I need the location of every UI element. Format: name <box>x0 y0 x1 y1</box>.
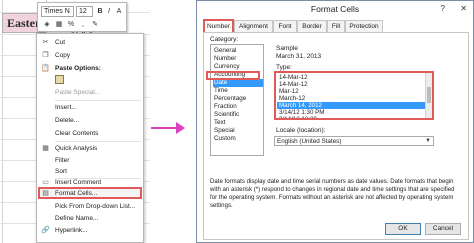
menu-item-paste-options: 📋 Paste Options: <box>37 64 143 74</box>
paste-button-icon[interactable] <box>55 75 64 84</box>
quick-analysis-icon: ▦ <box>42 145 49 152</box>
type-item[interactable]: 14-Mar-12 <box>277 81 427 88</box>
tab-fill[interactable]: Fill <box>327 20 345 32</box>
menu-item-clear-contents[interactable]: Clear Contents <box>37 129 143 139</box>
menu-item-label: Filter <box>55 157 70 164</box>
menu-item-pick-from-list[interactable]: Pick From Drop-down List... <box>37 202 143 212</box>
menu-item-label: Format Cells... <box>55 190 98 197</box>
category-item[interactable]: Text <box>213 119 263 127</box>
menu-item-quick-analysis[interactable]: ▦ Quick Analysis <box>37 144 143 154</box>
tab-alignment[interactable]: Alignment <box>234 20 273 32</box>
menu-item-label: Quick Analysis <box>55 145 98 152</box>
category-item[interactable]: Number <box>213 55 263 63</box>
type-item[interactable]: 3/14/12 13:30 <box>277 116 427 118</box>
menu-item-label: Insert Comment <box>55 179 102 186</box>
percent-style-icon[interactable]: % <box>66 20 76 30</box>
category-item[interactable]: Special <box>213 127 263 135</box>
comment-icon: ▭ <box>42 179 49 186</box>
category-item[interactable]: General <box>213 47 263 55</box>
category-item[interactable]: Scientific <box>213 111 263 119</box>
scroll-thumb[interactable] <box>427 87 431 103</box>
paste-icon: 📋 <box>41 65 50 72</box>
menu-item-label: Hyperlink... <box>55 227 88 234</box>
tab-font[interactable]: Font <box>273 20 297 32</box>
menu-item-hyperlink[interactable]: 🔗 Hyperlink... <box>37 226 143 236</box>
menu-separator <box>55 100 141 101</box>
scissors-icon: ✂ <box>42 39 49 46</box>
type-item-selected[interactable]: March 14, 2012 <box>277 102 427 109</box>
category-item[interactable]: Custom <box>213 135 263 143</box>
type-label: Type: <box>276 64 292 71</box>
hyperlink-icon: 🔗 <box>41 227 50 234</box>
cancel-button[interactable]: Cancel <box>425 223 461 235</box>
comma-style-icon[interactable]: , <box>78 20 88 30</box>
sample-label: Sample <box>276 45 299 52</box>
format-painter-icon[interactable]: ✎ <box>90 20 100 30</box>
locale-label: Locale (location): <box>276 127 326 134</box>
sample-value: March 31, 2013 <box>276 53 322 60</box>
menu-separator <box>55 141 141 142</box>
locale-value: English (United States) <box>277 138 342 145</box>
type-item[interactable]: March-12 <box>277 95 427 102</box>
menu-item-insert-comment[interactable]: ▭ Insert Comment <box>37 178 143 188</box>
type-list-scrollbar[interactable] <box>425 73 432 118</box>
grid-line <box>2 0 3 243</box>
help-icon[interactable]: ? <box>441 4 445 13</box>
format-cells-icon: ▤ <box>42 190 49 197</box>
type-item[interactable]: Mar-12 <box>277 88 427 95</box>
category-item-selected[interactable]: Date <box>213 79 263 87</box>
category-item[interactable]: Time <box>213 87 263 95</box>
borders-icon[interactable]: ▦ <box>54 20 64 30</box>
menu-item-copy[interactable]: ❐ Copy <box>37 51 143 61</box>
menu-item-label: Define Name... <box>55 215 99 222</box>
menu-item-delete[interactable]: Delete... <box>37 116 143 126</box>
menu-item-label: Delete... <box>55 117 80 124</box>
mini-toolbar: Times N 12 B I A ◈ ▦ % , ✎ <box>37 2 127 32</box>
close-icon[interactable]: ✕ <box>460 4 467 13</box>
number-tab-panel: Category: General Number Currency Accoun… <box>203 32 469 240</box>
type-item[interactable]: 3/14/12 1:30 PM <box>277 109 427 116</box>
tab-border[interactable]: Border <box>297 20 327 32</box>
menu-item-sort[interactable]: Sort <box>37 167 143 177</box>
font-color-icon[interactable]: A <box>114 7 124 17</box>
fill-color-icon[interactable]: ◈ <box>42 20 52 30</box>
tab-protection[interactable]: Protection <box>345 20 383 32</box>
type-list[interactable]: 14-Mar-12 14-Mar-12 Mar-12 March-12 Marc… <box>274 71 434 120</box>
format-description: Date formats display date and time seria… <box>210 178 455 209</box>
menu-item-define-name[interactable]: Define Name... <box>37 214 143 224</box>
menu-item-label: Cut <box>55 39 66 46</box>
date-category-highlight <box>206 71 260 80</box>
category-item[interactable]: Fraction <box>213 103 263 111</box>
menu-item-insert[interactable]: Insert... <box>37 103 143 113</box>
menu-item-label: Pick From Drop-down List... <box>55 203 136 210</box>
category-label: Category: <box>210 36 239 43</box>
menu-item-label: Sort <box>55 168 67 175</box>
menu-item-label: Paste Special... <box>55 89 101 96</box>
menu-item-filter[interactable]: Filter <box>37 156 143 166</box>
font-name-box[interactable]: Times N <box>41 6 74 17</box>
bold-button[interactable]: B <box>96 7 104 17</box>
menu-item-label: Clear Contents <box>55 130 99 137</box>
category-item[interactable]: Currency <box>213 63 263 71</box>
copy-icon: ❐ <box>42 52 49 59</box>
menu-item-paste-special[interactable]: Paste Special... <box>37 88 143 98</box>
italic-button[interactable]: I <box>105 7 113 17</box>
menu-item-label: Copy <box>55 52 71 59</box>
ok-button[interactable]: OK <box>385 223 421 235</box>
type-item[interactable]: 14-Mar-12 <box>277 74 427 81</box>
format-cells-dialog: Format Cells ? ✕ Number Alignment Font B… <box>196 0 474 243</box>
tab-number[interactable]: Number <box>203 19 234 32</box>
menu-item-label: Insert... <box>55 104 77 111</box>
locale-select[interactable]: English (United States) ▼ <box>274 136 434 146</box>
dialog-title: Format Cells <box>310 4 360 14</box>
category-list[interactable]: General Number Currency Accounting Date … <box>210 44 264 156</box>
arrow-right-icon <box>151 122 185 134</box>
menu-item-format-cells[interactable]: ▤ Format Cells... <box>37 189 143 199</box>
category-item[interactable]: Percentage <box>213 95 263 103</box>
menu-item-cut[interactable]: ✂ Cut <box>37 38 143 48</box>
font-size-box[interactable]: 12 <box>76 6 93 17</box>
menu-item-label: Paste Options: <box>55 65 101 72</box>
chevron-down-icon: ▼ <box>425 138 431 144</box>
context-menu: ✂ Cut ❐ Copy 📋 Paste Options: Paste Spec… <box>36 33 144 243</box>
